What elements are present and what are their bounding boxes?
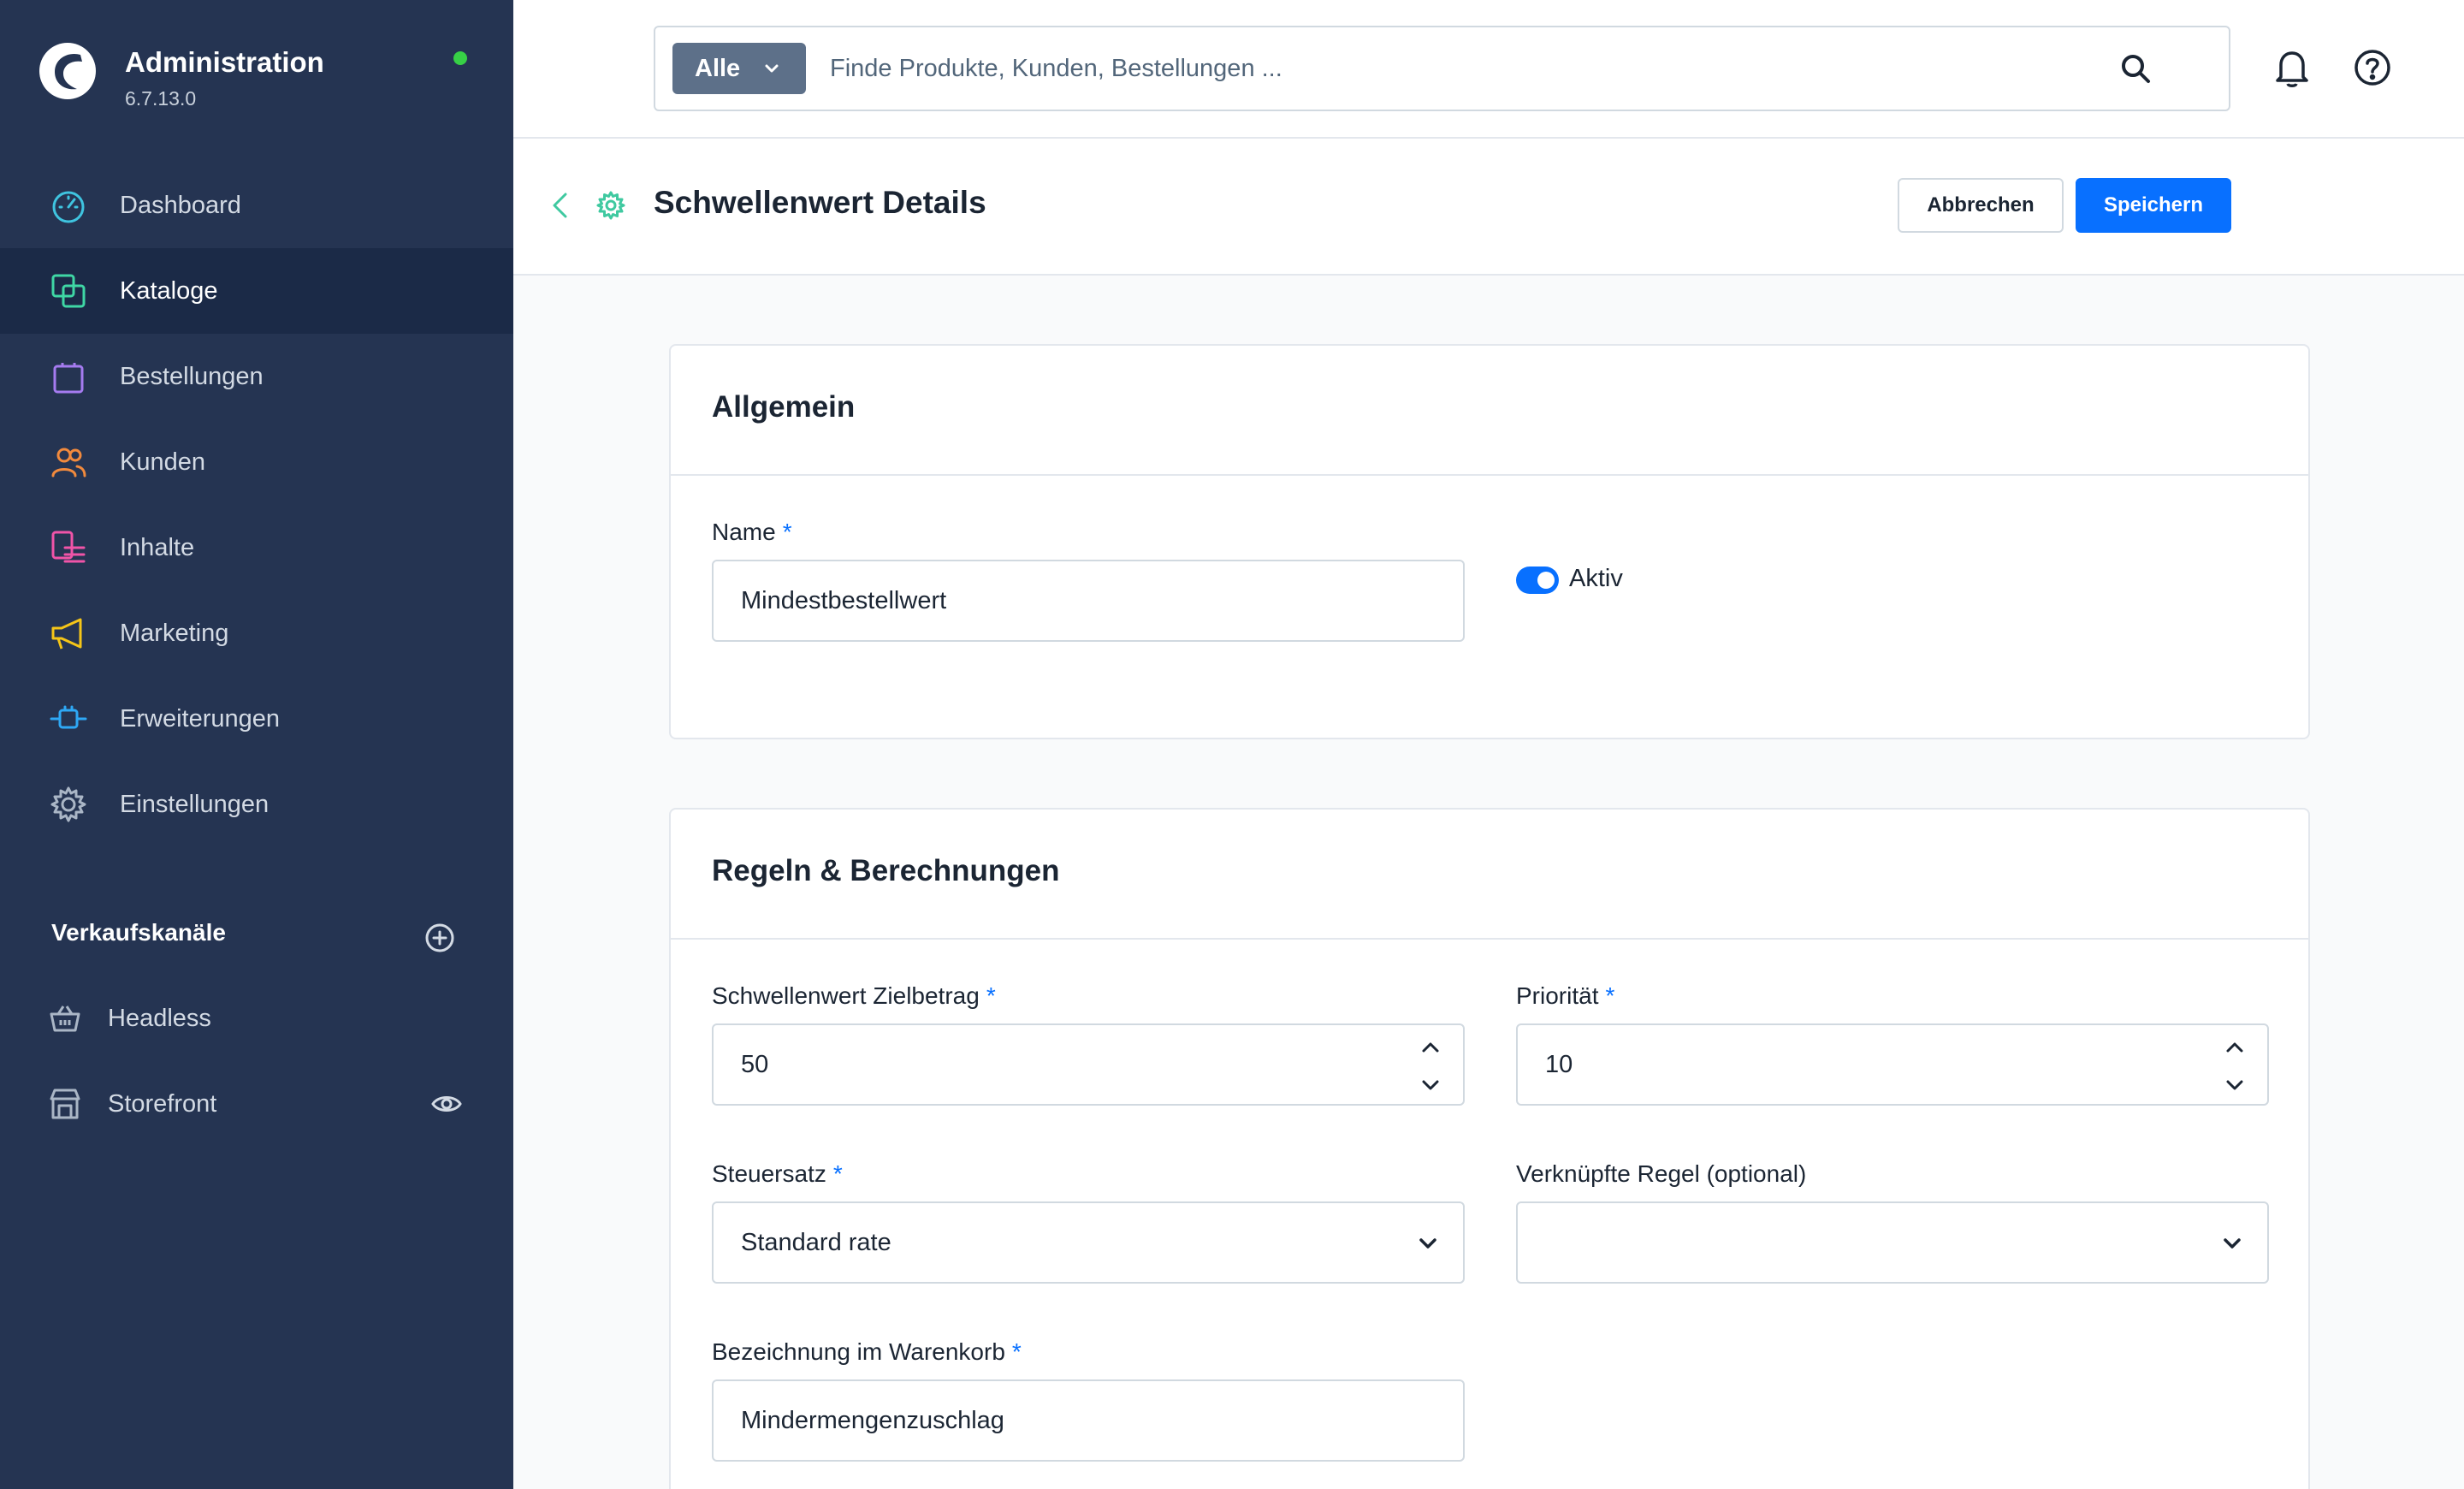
sidebar-item-label: Kunden [120, 448, 205, 476]
threshold-label: Schwellenwert Zielbetrag * [712, 982, 996, 1009]
storefront-icon [50, 1089, 80, 1119]
add-sales-channel-icon[interactable] [424, 922, 455, 953]
chevron-down-icon [765, 64, 779, 73]
sales-channel-headless[interactable]: Headless [0, 976, 513, 1061]
rules-card-title: Regeln & Berechnungen [712, 854, 1060, 887]
plug-icon [50, 700, 87, 738]
active-toggle[interactable] [1516, 567, 1559, 594]
threshold-number-field[interactable]: 50 [712, 1023, 1465, 1106]
name-field[interactable]: Mindestbestellwert [712, 560, 1465, 642]
chevron-down-icon [2224, 1238, 2241, 1249]
cart-label-field[interactable]: Mindermengenzuschlag [712, 1379, 1465, 1462]
top-bar: Alle [513, 0, 2464, 139]
brand-title: Administration [125, 46, 324, 78]
search-input[interactable] [830, 43, 2113, 94]
sidebar-item-content[interactable]: Inhalte [0, 505, 513, 590]
chevron-down-icon [1419, 1238, 1436, 1249]
megaphone-icon [50, 614, 87, 652]
priority-number-field[interactable]: 10 [1516, 1023, 2269, 1106]
brand-version: 6.7.13.0 [125, 87, 197, 110]
sales-channel-storefront[interactable]: Storefront [0, 1061, 513, 1147]
users-icon [50, 443, 87, 481]
sidebar-item-marketing[interactable]: Marketing [0, 590, 513, 676]
shopware-logo-icon [39, 43, 96, 99]
sidebar-item-catalogs[interactable]: Kataloge [0, 248, 513, 334]
sales-channels-title: Verkaufskanäle [51, 919, 226, 946]
linked-rule-select[interactable] [1516, 1201, 2269, 1284]
sidebar-item-label: Bestellungen [120, 362, 264, 390]
sales-channel-list: Headless Storefront [0, 976, 513, 1147]
linked-rule-label: Verknüpfte Regel (optional) [1516, 1160, 1807, 1187]
back-arrow-icon[interactable] [546, 190, 577, 221]
sidebar-item-dashboard[interactable]: Dashboard [0, 163, 513, 248]
sidebar-item-label: Einstellungen [120, 790, 270, 818]
basket-icon [50, 1006, 80, 1032]
help-icon[interactable] [2353, 48, 2392, 87]
catalog-icon [50, 272, 87, 310]
sidebar-item-settings[interactable]: Einstellungen [0, 762, 513, 847]
sales-channel-label: Storefront [108, 1089, 217, 1118]
sidebar-item-label: Dashboard [120, 191, 241, 219]
page-header: Schwellenwert Details Abbrechen Speicher… [513, 139, 2464, 276]
cart-value: Mindermengenzuschlag [741, 1407, 1004, 1434]
tax-select[interactable]: Standard rate [712, 1201, 1465, 1284]
tax-label: Steuersatz * [712, 1160, 843, 1187]
required-mark: * [1011, 1338, 1022, 1365]
main-navigation: Dashboard Kataloge Bestellungen Kunden I… [0, 163, 513, 847]
general-card-title: Allgemein [712, 390, 856, 424]
general-card: Allgemein Name * Mindestbestellwert Aktiv [669, 344, 2310, 739]
tax-value: Standard rate [741, 1229, 891, 1256]
content-icon [50, 529, 87, 567]
sidebar-item-label: Erweiterungen [120, 704, 280, 733]
brand: Administration 6.7.13.0 [38, 38, 483, 115]
search-type-label: Alle [695, 54, 741, 82]
page-title: Schwellenwert Details [654, 185, 986, 220]
sidebar-item-label: Inhalte [120, 533, 195, 561]
sales-channel-label: Headless [108, 1004, 211, 1032]
active-label: Aktiv [1569, 565, 1623, 592]
priority-value: 10 [1545, 1051, 1573, 1078]
search-icon[interactable] [2118, 51, 2153, 86]
name-value: Mindestbestellwert [741, 587, 947, 614]
sidebar: Administration 6.7.13.0 Dashboard Katalo… [0, 0, 513, 1489]
shopping-bag-icon [50, 358, 87, 395]
sidebar-item-customers[interactable]: Kunden [0, 419, 513, 505]
required-mark: * [782, 519, 792, 545]
sidebar-item-extensions[interactable]: Erweiterungen [0, 676, 513, 762]
threshold-value: 50 [741, 1051, 769, 1078]
number-stepper-icon[interactable] [1420, 1039, 1441, 1094]
gear-icon [50, 786, 87, 823]
sidebar-item-orders[interactable]: Bestellungen [0, 334, 513, 419]
number-stepper-icon[interactable] [2224, 1039, 2245, 1094]
rules-card: Regeln & Berechnungen Schwellenwert Ziel… [669, 808, 2310, 1489]
sidebar-item-label: Marketing [120, 619, 229, 647]
rules-card-header: Regeln & Berechnungen [671, 810, 2308, 940]
cancel-button[interactable]: Abbrechen [1898, 178, 2064, 233]
name-label: Name * [712, 519, 792, 545]
eye-icon[interactable] [431, 1089, 462, 1119]
priority-label: Priorität * [1516, 982, 1615, 1009]
required-mark: * [986, 982, 996, 1009]
general-card-header: Allgemein [671, 346, 2308, 476]
dashboard-icon [50, 187, 87, 224]
save-button[interactable]: Speichern [2076, 178, 2231, 233]
search-type-dropdown[interactable]: Alle [672, 43, 806, 94]
required-mark: * [1605, 982, 1615, 1009]
required-mark: * [832, 1160, 843, 1187]
bell-icon[interactable] [2271, 46, 2313, 89]
sidebar-item-label: Kataloge [120, 276, 218, 305]
global-search: Alle [654, 26, 2230, 111]
online-status-dot [453, 51, 467, 65]
settings-gear-icon [596, 191, 625, 220]
cart-label: Bezeichnung im Warenkorb * [712, 1338, 1022, 1365]
